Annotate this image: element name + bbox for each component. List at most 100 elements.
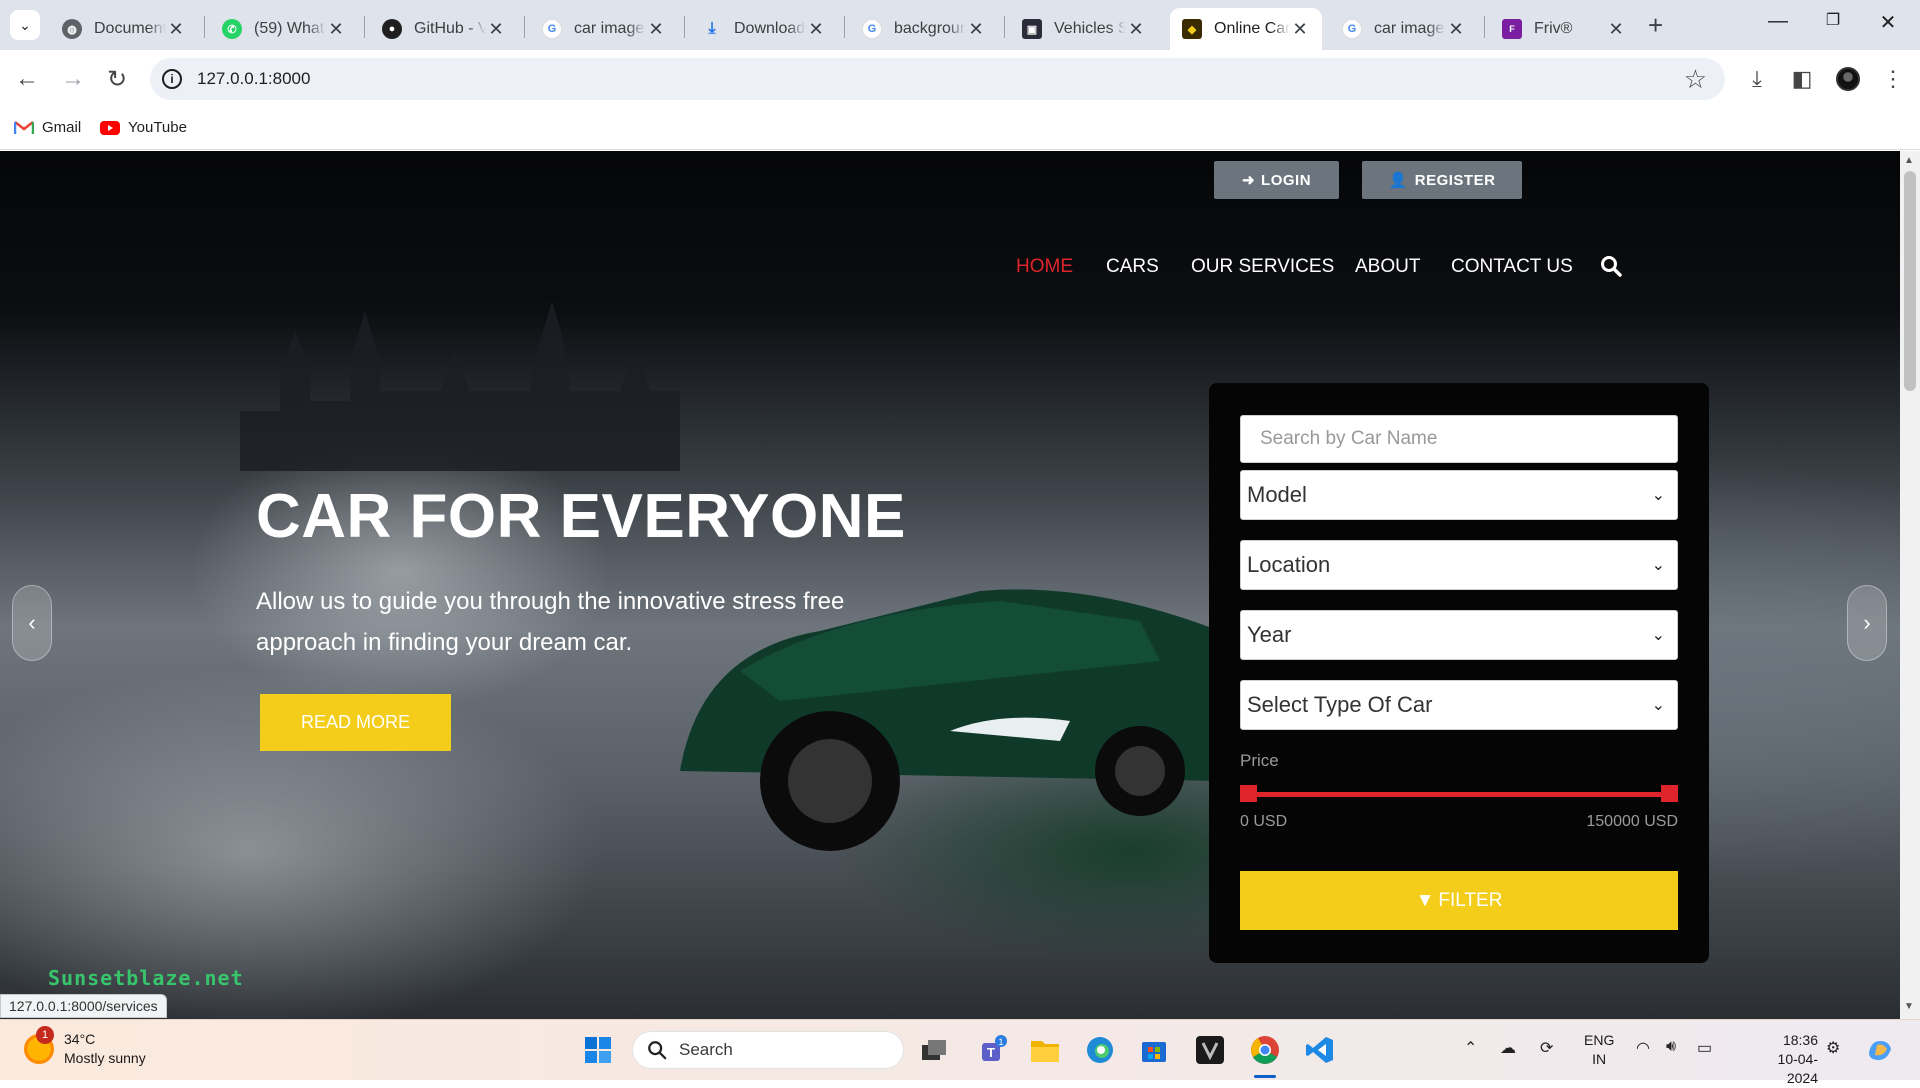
model-select[interactable]: Model ⌄ — [1240, 470, 1678, 520]
price-range-slider[interactable] — [1240, 792, 1678, 797]
tab-friv[interactable]: F Friv® ✕ — [1490, 8, 1638, 50]
language-indicator[interactable]: ENG IN — [1584, 1031, 1614, 1069]
game-app-icon[interactable] — [1192, 1032, 1228, 1068]
site-info-icon[interactable]: i — [162, 69, 182, 89]
edge-icon[interactable] — [1082, 1032, 1118, 1068]
carousel-prev-arrow[interactable]: ‹ — [12, 585, 52, 661]
close-icon[interactable]: ✕ — [966, 19, 986, 40]
tab-vehicles[interactable]: ▣ Vehicles Sp ✕ — [1010, 8, 1158, 50]
forward-button[interactable]: → — [58, 64, 88, 94]
sync-icon[interactable]: ⟳ — [1540, 1038, 1553, 1058]
chrome-icon[interactable] — [1247, 1032, 1283, 1068]
status-bar-url: 127.0.0.1:8000/services — [0, 994, 167, 1018]
tab-divider — [1484, 16, 1485, 38]
taskbar-search-box[interactable]: Search — [632, 1031, 904, 1069]
user-plus-icon: 👤 — [1388, 172, 1408, 189]
read-more-button[interactable]: READ MORE — [260, 694, 451, 751]
whatsapp-icon: ✆ — [222, 19, 242, 39]
chevron-up-icon[interactable]: ⌃ — [1464, 1038, 1477, 1058]
restore-button[interactable]: ❐ — [1813, 10, 1853, 30]
notification-badge: 1 — [36, 1026, 54, 1044]
nav-cars[interactable]: CARS — [1106, 256, 1159, 278]
year-select[interactable]: Year ⌄ — [1240, 610, 1678, 660]
bookmark-youtube[interactable]: YouTube — [100, 119, 187, 136]
download-icon: ⤓ — [708, 20, 716, 37]
tab-whatsapp[interactable]: ✆ (59) WhatsApp ✕ — [210, 8, 358, 50]
nav-about[interactable]: ABOUT — [1355, 256, 1420, 278]
bookmark-star-icon[interactable]: ☆ — [1684, 64, 1707, 95]
close-icon[interactable]: ✕ — [1606, 19, 1626, 40]
search-placeholder: Search by Car Name — [1260, 428, 1438, 449]
back-button[interactable]: ← — [12, 64, 42, 94]
price-max-handle[interactable] — [1661, 785, 1678, 802]
menu-kebab-icon[interactable]: ⋮ — [1878, 64, 1908, 94]
clock-date: 10-04-2024 — [1777, 1051, 1818, 1086]
reload-button[interactable]: ↻ — [102, 64, 132, 94]
tab-strip: ⌄ ◍ Document ✕ ✆ (59) WhatsApp ✕ ● GitHu… — [0, 0, 1920, 50]
location-select[interactable]: Location ⌄ — [1240, 540, 1678, 590]
volume-icon[interactable]: 🔊︎ — [1666, 1038, 1676, 1056]
scroll-down-arrow[interactable]: ▼ — [1904, 1001, 1914, 1012]
windows-taskbar: 1 34°C Mostly sunny Search T1 ⌃ ☁ ⟳ ENG … — [0, 1019, 1920, 1086]
minimize-button[interactable]: — — [1758, 10, 1798, 33]
funnel-icon: ▼ — [1415, 889, 1435, 911]
url-text[interactable]: 127.0.0.1:8000 — [197, 69, 310, 89]
search-icon[interactable] — [1600, 255, 1622, 277]
tab-title: car images — [1374, 20, 1446, 37]
price-min-handle[interactable] — [1240, 785, 1257, 802]
nav-contact-us[interactable]: CONTACT US — [1451, 256, 1573, 278]
bookmark-gmail[interactable]: Gmail — [14, 119, 81, 136]
weather-widget[interactable]: 1 34°C Mostly sunny — [24, 1026, 146, 1068]
battery-icon[interactable]: ▭ — [1697, 1038, 1712, 1058]
close-icon[interactable]: ✕ — [1126, 19, 1146, 40]
notification-bell-icon[interactable]: ⚙ — [1826, 1038, 1840, 1058]
vscode-icon[interactable] — [1302, 1032, 1338, 1068]
task-view-icon[interactable] — [916, 1032, 952, 1068]
filter-button[interactable]: ▼ FILTER — [1240, 871, 1678, 930]
nav-our-services[interactable]: OUR SERVICES — [1191, 256, 1334, 278]
close-window-button[interactable]: ✕ — [1868, 10, 1908, 35]
tab-divider — [844, 16, 845, 38]
tab-background[interactable]: G background ✕ — [850, 8, 998, 50]
close-icon[interactable]: ✕ — [1290, 19, 1310, 40]
teams-icon[interactable]: T1 — [976, 1032, 1012, 1068]
tab-car-images-2[interactable]: G car images ✕ — [1330, 8, 1478, 50]
bookmark-label: YouTube — [128, 119, 187, 136]
scroll-up-arrow[interactable]: ▲ — [1904, 155, 1914, 166]
register-button[interactable]: 👤 REGISTER — [1362, 161, 1522, 199]
close-icon[interactable]: ✕ — [806, 19, 826, 40]
close-icon[interactable]: ✕ — [646, 19, 666, 40]
profile-avatar[interactable] — [1836, 67, 1860, 91]
tab-car-images[interactable]: G car images ✕ — [530, 8, 678, 50]
scroll-thumb[interactable] — [1904, 171, 1916, 391]
tab-search-button[interactable]: ⌄ — [10, 10, 40, 40]
close-icon[interactable]: ✕ — [326, 19, 346, 40]
system-clock[interactable]: 18:36 10-04-2024 — [1758, 1031, 1818, 1088]
tab-downloads[interactable]: ⤓ Downloads ✕ — [690, 8, 838, 50]
select-value: Select Type Of Car — [1247, 692, 1433, 717]
side-panel-icon[interactable]: ◧ — [1787, 64, 1817, 94]
downloads-icon[interactable]: ⤓ — [1742, 64, 1772, 94]
tab-document[interactable]: ◍ Document ✕ — [50, 8, 198, 50]
tab-divider — [204, 16, 205, 38]
windows-start-icon[interactable] — [580, 1032, 616, 1068]
clock-time: 18:36 — [1782, 1032, 1818, 1048]
tab-online-car[interactable]: ◆ Online Car ✕ — [1170, 8, 1322, 50]
new-tab-button[interactable]: + — [1648, 12, 1663, 38]
carousel-next-arrow[interactable]: › — [1847, 585, 1887, 661]
close-icon[interactable]: ✕ — [1446, 19, 1466, 40]
car-name-search-input[interactable]: Search by Car Name — [1240, 415, 1678, 463]
onedrive-icon[interactable]: ☁ — [1500, 1038, 1516, 1058]
close-icon[interactable]: ✕ — [166, 19, 186, 40]
microsoft-store-icon[interactable] — [1136, 1032, 1172, 1068]
nav-home[interactable]: HOME — [1016, 256, 1073, 278]
file-explorer-icon[interactable] — [1027, 1032, 1063, 1068]
wifi-icon[interactable]: ◠ — [1636, 1038, 1650, 1058]
address-bar[interactable]: i 127.0.0.1:8000 ☆ — [150, 58, 1725, 100]
close-icon[interactable]: ✕ — [486, 19, 506, 40]
copilot-icon[interactable] — [1862, 1032, 1898, 1068]
page-scrollbar[interactable]: ▲ ▼ — [1900, 151, 1920, 1019]
car-type-select[interactable]: Select Type Of Car ⌄ — [1240, 680, 1678, 730]
tab-github[interactable]: ● GitHub - V ✕ — [370, 8, 518, 50]
login-button[interactable]: ➜ LOGIN — [1214, 161, 1339, 199]
